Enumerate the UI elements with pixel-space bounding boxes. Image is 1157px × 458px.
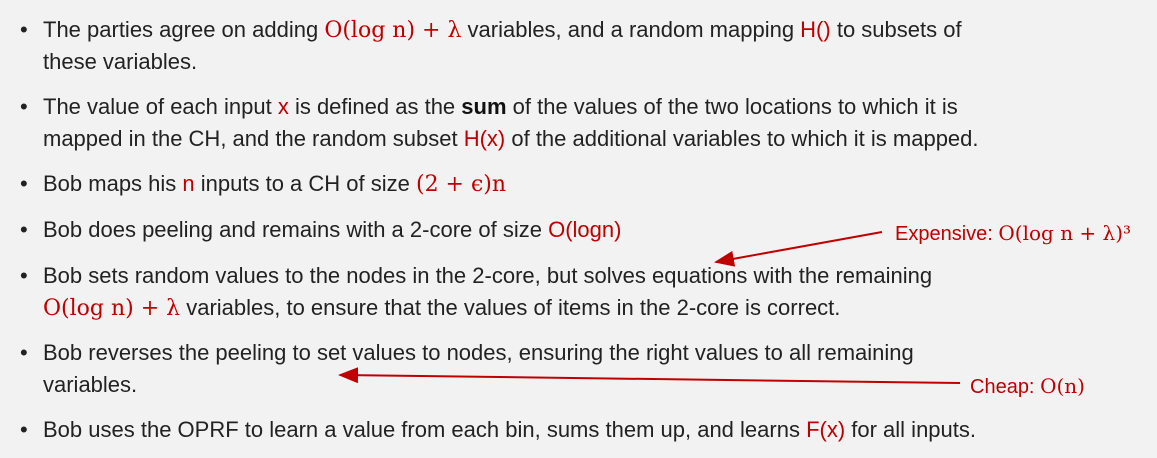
arrows-layer bbox=[338, 231, 961, 384]
expensive-arrow bbox=[714, 231, 883, 267]
cheap-arrow bbox=[338, 367, 961, 384]
slide: • The parties agree on adding O(log n) + … bbox=[0, 0, 1157, 458]
